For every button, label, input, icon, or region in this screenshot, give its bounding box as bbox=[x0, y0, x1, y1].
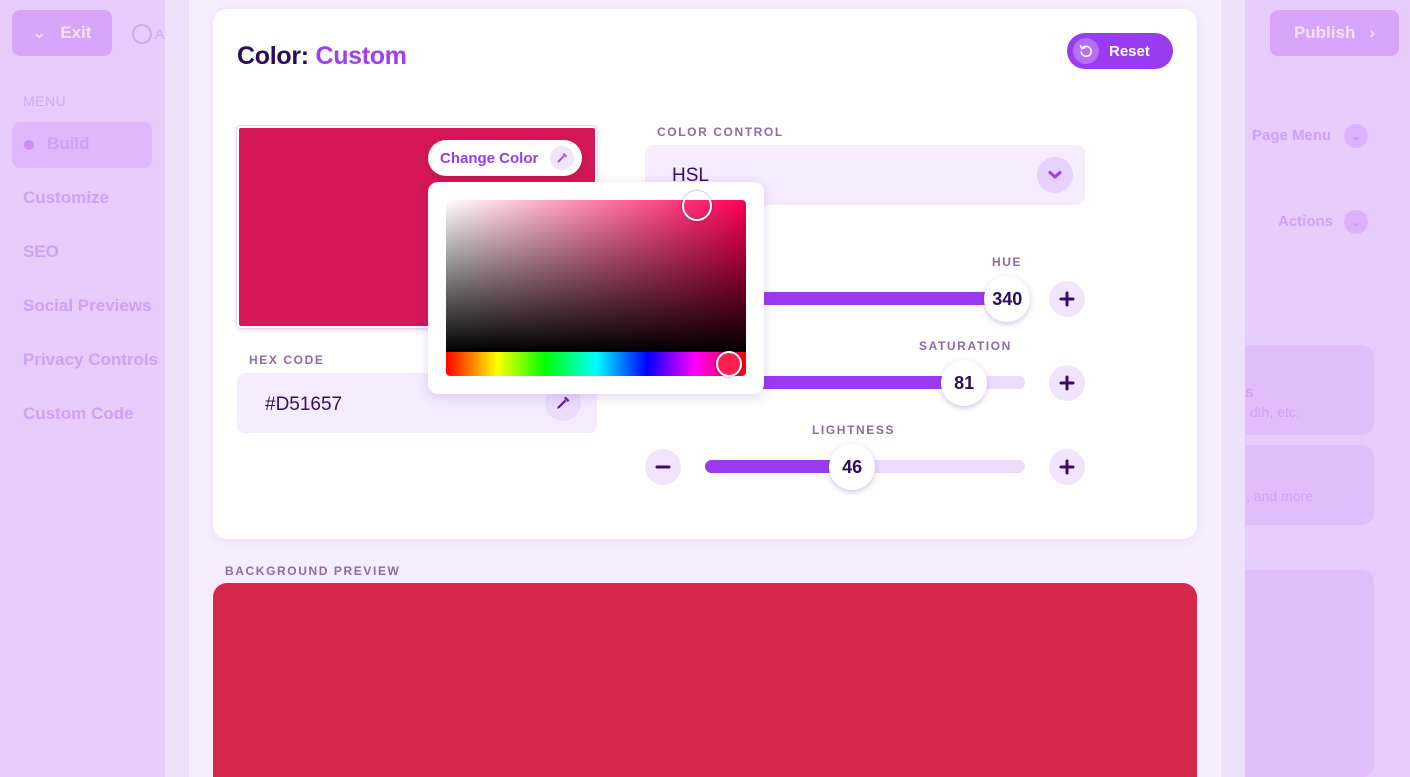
chevron-down-icon: ⌄ bbox=[32, 23, 47, 42]
reset-label: Reset bbox=[1109, 43, 1150, 60]
sidebar-item-social-previews[interactable]: Social Previews bbox=[23, 296, 152, 316]
exit-button[interactable]: ⌄ Exit bbox=[12, 10, 112, 56]
saturation-slider-thumb[interactable]: 81 bbox=[941, 360, 988, 406]
minus-icon bbox=[655, 465, 671, 469]
background-preview-label: BACKGROUND PREVIEW bbox=[225, 564, 401, 578]
sidebar-item-customize[interactable]: Customize bbox=[23, 188, 109, 208]
sidebar-item-custom-code[interactable]: Custom Code bbox=[23, 404, 134, 424]
autosave-label: A bbox=[155, 26, 165, 42]
publish-button[interactable]: Publish › bbox=[1270, 10, 1399, 56]
menu-heading: MENU bbox=[23, 93, 67, 109]
hue-slider-thumb[interactable]: 340 bbox=[984, 276, 1031, 322]
lightness-label: LIGHTNESS bbox=[812, 423, 896, 437]
active-dot-icon bbox=[24, 140, 34, 150]
color-control-label: COLOR CONTROL bbox=[657, 125, 784, 139]
hue-strip[interactable] bbox=[446, 352, 746, 376]
chevron-down-icon[interactable]: ⌄ bbox=[1344, 124, 1368, 148]
reset-icon bbox=[1073, 38, 1099, 64]
chevron-down-icon bbox=[1037, 157, 1073, 193]
title-value: Custom bbox=[315, 42, 407, 70]
sidebar-item-seo[interactable]: SEO bbox=[23, 242, 59, 262]
change-color-button[interactable]: Change Color bbox=[428, 140, 582, 176]
lightness-slider-thumb[interactable]: 46 bbox=[829, 444, 876, 490]
title-prefix: Color: bbox=[237, 42, 309, 70]
plus-icon bbox=[1059, 291, 1075, 307]
page-menu-label[interactable]: Page Menu bbox=[1252, 127, 1331, 144]
eyedropper-icon bbox=[550, 146, 574, 170]
autosave-check-icon bbox=[132, 24, 152, 44]
exit-label: Exit bbox=[60, 23, 92, 42]
card-text: s bbox=[1245, 384, 1254, 401]
chevron-down-icon[interactable]: ⌄ bbox=[1344, 210, 1368, 234]
plus-icon bbox=[1059, 375, 1075, 391]
card-text: dth, etc. bbox=[1250, 404, 1300, 420]
sidebar-item-privacy-controls[interactable]: Privacy Controls bbox=[23, 350, 158, 370]
background-card bbox=[1224, 570, 1374, 777]
saturation-lightness-area[interactable] bbox=[446, 200, 746, 352]
hue-increase-button[interactable] bbox=[1049, 281, 1085, 317]
change-color-label: Change Color bbox=[440, 150, 539, 167]
reset-button[interactable]: Reset bbox=[1067, 33, 1173, 69]
card-text: , and more bbox=[1246, 488, 1313, 504]
saturation-increase-button[interactable] bbox=[1049, 365, 1085, 401]
hue-handle[interactable] bbox=[716, 351, 742, 377]
sidebar-item-build-label: Build bbox=[47, 134, 90, 153]
plus-icon bbox=[1059, 459, 1075, 475]
color-picker-popover bbox=[428, 182, 764, 394]
lightness-decrease-button[interactable] bbox=[645, 449, 681, 485]
publish-label: Publish bbox=[1293, 23, 1356, 42]
hex-code-label: HEX CODE bbox=[249, 353, 325, 367]
saturation-lightness-handle[interactable] bbox=[682, 191, 712, 221]
modal-title: Color: Custom bbox=[237, 42, 407, 71]
hex-code-value[interactable]: #D51657 bbox=[265, 394, 342, 416]
lightness-increase-button[interactable] bbox=[1049, 449, 1085, 485]
chevron-right-icon: › bbox=[1369, 23, 1376, 42]
hue-label: HUE bbox=[992, 255, 1023, 269]
background-card bbox=[1224, 445, 1374, 525]
background-preview bbox=[213, 583, 1197, 777]
saturation-label: SATURATION bbox=[919, 339, 1012, 353]
actions-label[interactable]: Actions bbox=[1278, 213, 1333, 230]
